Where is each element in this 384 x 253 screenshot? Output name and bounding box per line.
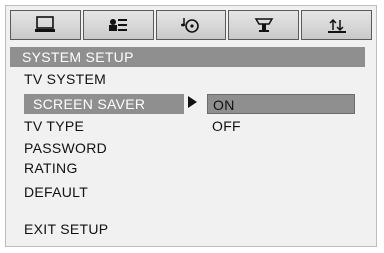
tab-bar (10, 10, 372, 40)
menu-item-exit-setup[interactable]: EXIT SETUP (24, 219, 108, 239)
speaker-icon (253, 16, 275, 34)
person-card-icon (107, 16, 129, 34)
tab-audio[interactable] (155, 10, 227, 40)
menu-title: SYSTEM SETUP (10, 47, 365, 67)
option-on[interactable]: ON (207, 94, 355, 114)
option-off[interactable]: OFF (207, 116, 241, 136)
adjust-icon (326, 16, 348, 34)
submenu-arrow-icon (188, 96, 197, 108)
monitor-icon (34, 16, 56, 34)
menu-item-default[interactable]: DEFAULT (24, 182, 88, 202)
tab-personal[interactable] (82, 10, 154, 40)
menu-item-password[interactable]: PASSWORD (24, 138, 107, 158)
music-disc-icon (180, 16, 202, 34)
tab-video[interactable] (228, 10, 300, 40)
menu-item-tv-type[interactable]: TV TYPE (24, 116, 84, 136)
tab-general[interactable] (10, 10, 81, 40)
menu-item-rating[interactable]: RATING (24, 158, 78, 178)
menu-item-tv-system[interactable]: TV SYSTEM (24, 69, 106, 89)
tab-preference[interactable] (301, 10, 372, 40)
menu-item-screen-saver[interactable]: SCREEN SAVER (24, 94, 184, 114)
